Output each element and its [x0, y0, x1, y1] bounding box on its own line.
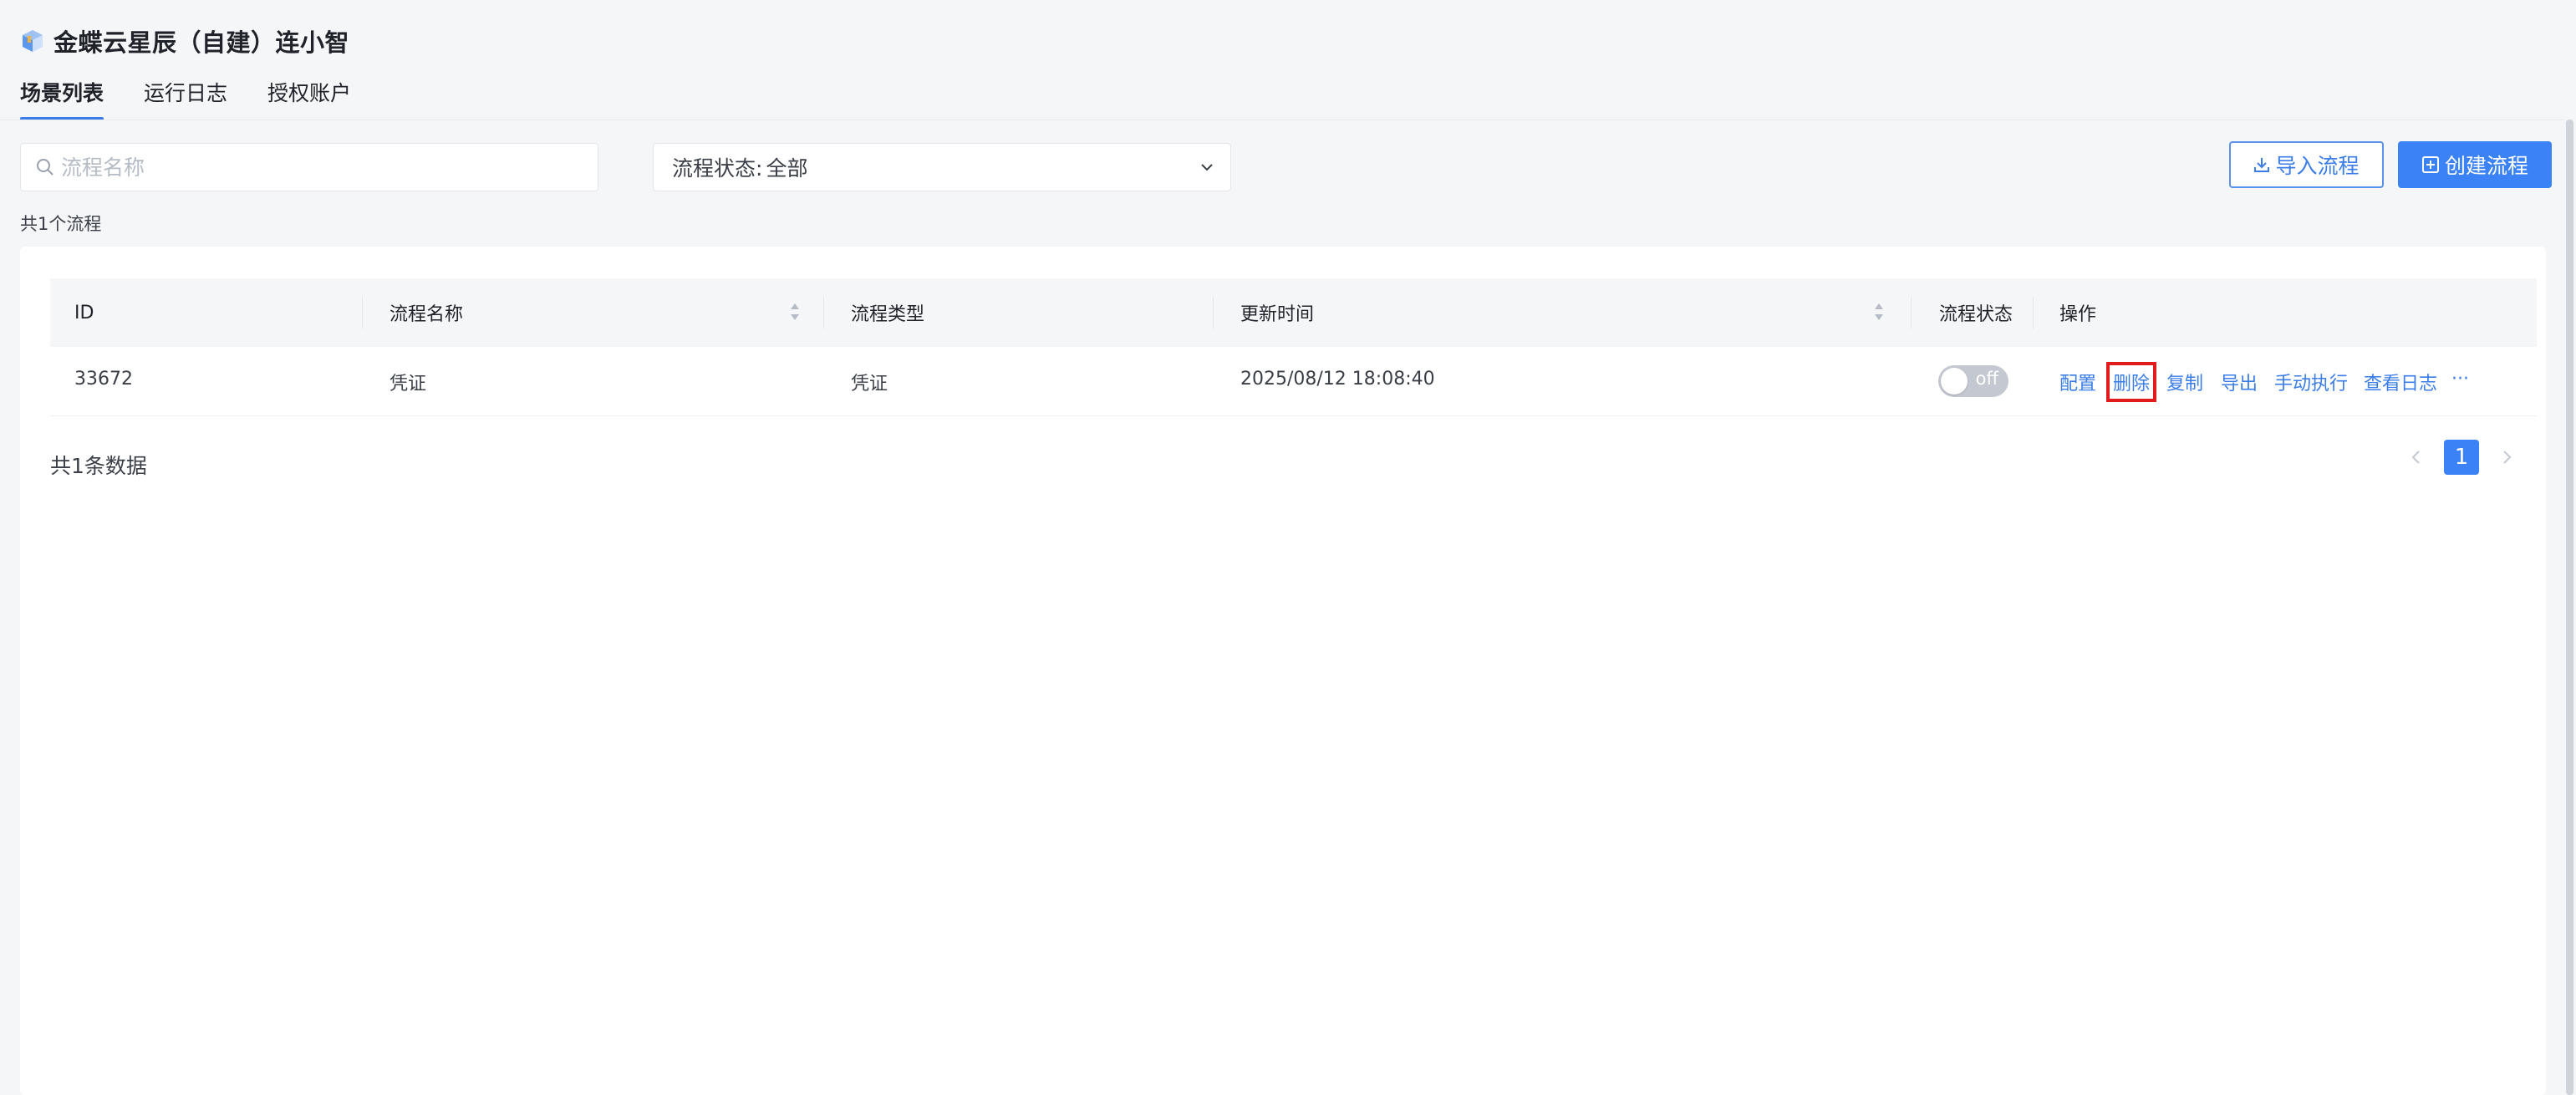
column-header-name[interactable]: 流程名称 — [389, 299, 463, 326]
cell-id: 33672 — [74, 369, 133, 390]
page-number[interactable]: 1 — [2444, 440, 2479, 475]
plus-square-icon — [2421, 156, 2439, 173]
tab-auth-account[interactable]: 授权账户 — [267, 77, 351, 120]
table-row: 33672 凭证 凭证 2025/08/12 18:08:40 off 配置 删… — [50, 347, 2537, 416]
chevron-down-icon — [1201, 164, 1213, 171]
configure-link[interactable]: 配置 — [2059, 369, 2096, 395]
scrollbar[interactable] — [2564, 120, 2576, 1095]
manual-run-link[interactable]: 手动执行 — [2274, 369, 2348, 395]
status-filter-value: 全部 — [766, 156, 808, 181]
download-icon — [2254, 158, 2270, 172]
copy-link[interactable]: 复制 — [2166, 369, 2203, 395]
export-link[interactable]: 导出 — [2221, 369, 2258, 395]
import-flow-label: 导入流程 — [2275, 154, 2360, 178]
column-separator — [1213, 297, 1214, 328]
app-title: 金蝶云星辰（自建）连小智 — [53, 28, 350, 57]
cell-updated: 2025/08/12 18:08:40 — [1240, 369, 1435, 390]
table-header: ID 流程名称 流程类型 更新时间 流程状态 操作 — [50, 278, 2537, 347]
column-header-actions: 操作 — [2059, 304, 2097, 325]
pagination: 1 — [2407, 440, 2516, 475]
column-header-updated[interactable]: 更新时间 — [1240, 299, 1314, 326]
cell-type: 凭证 — [851, 374, 888, 395]
tab-bar: 场景列表 运行日志 授权账户 — [20, 77, 351, 120]
toggle-knob — [1941, 368, 1968, 395]
column-separator — [2033, 297, 2034, 328]
status-toggle[interactable]: off — [1938, 365, 2008, 397]
flow-count-text: 共1个流程 — [20, 214, 102, 234]
chevron-right-icon[interactable] — [2497, 448, 2516, 466]
scrollbar-thumb[interactable] — [2566, 120, 2573, 1095]
view-log-link[interactable]: 查看日志 — [2364, 369, 2437, 395]
search-box[interactable] — [20, 143, 598, 191]
column-separator — [823, 297, 824, 328]
toggle-text: off — [1975, 369, 1998, 389]
total-count-text: 共1条数据 — [50, 454, 147, 478]
delete-link[interactable]: 删除 — [2105, 362, 2157, 402]
tab-scene-list[interactable]: 场景列表 — [20, 77, 104, 120]
search-icon — [37, 159, 53, 176]
create-flow-button[interactable]: 创建流程 — [2398, 141, 2552, 188]
status-filter-label: 流程状态: — [672, 156, 763, 181]
tab-run-log[interactable]: 运行日志 — [144, 77, 227, 120]
flow-table: ID 流程名称 流程类型 更新时间 流程状态 操作 33672 凭证 凭证 20… — [50, 278, 2537, 416]
sort-icon[interactable] — [1873, 302, 1885, 322]
column-separator — [362, 297, 363, 328]
flow-list-panel: ID 流程名称 流程类型 更新时间 流程状态 操作 33672 凭证 凭证 20… — [20, 247, 2546, 1095]
column-header-id: ID — [74, 302, 94, 323]
cube-logo-icon — [23, 30, 43, 52]
column-header-status: 流程状态 — [1939, 304, 2013, 325]
sort-icon[interactable] — [789, 302, 801, 322]
chevron-left-icon[interactable] — [2407, 448, 2426, 466]
more-icon[interactable]: ··· — [2451, 369, 2469, 390]
status-filter-select[interactable]: 流程状态: 全部 — [653, 143, 1231, 191]
create-flow-label: 创建流程 — [2444, 154, 2528, 178]
app-header: 金蝶云星辰（自建）连小智 — [20, 23, 349, 59]
cell-name: 凭证 — [389, 374, 427, 395]
import-flow-button[interactable]: 导入流程 — [2229, 141, 2384, 188]
column-header-type: 流程类型 — [851, 304, 925, 325]
column-separator — [1911, 297, 1912, 328]
search-input[interactable] — [59, 154, 598, 181]
